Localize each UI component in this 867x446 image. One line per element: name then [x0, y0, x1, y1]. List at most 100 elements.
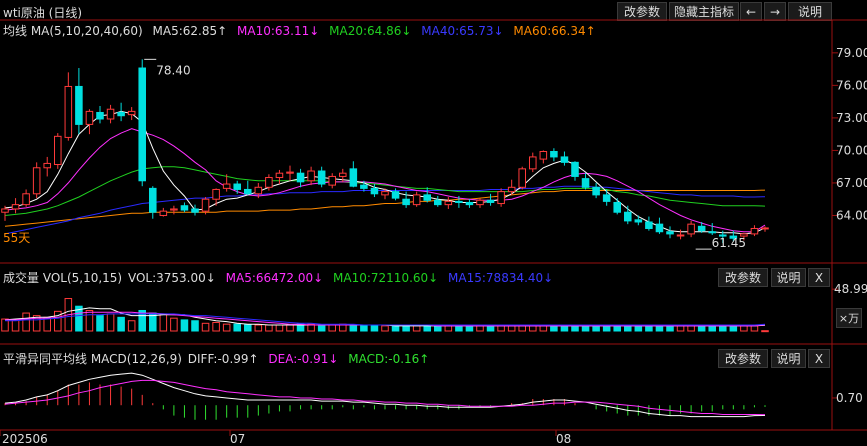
- candle-body: [613, 201, 621, 213]
- volume-bar: [550, 325, 558, 332]
- y-tick-label: 76.00: [836, 78, 867, 92]
- candle-body: [634, 219, 643, 223]
- volume-bar: [381, 325, 389, 332]
- x-tick-label: 08: [556, 432, 571, 446]
- volume-bar: [127, 320, 136, 332]
- days-label: 55天: [3, 231, 30, 245]
- volume-bar: [201, 322, 210, 332]
- candle-body: [360, 184, 368, 189]
- volume-bar: [687, 325, 695, 332]
- volume-bar: [634, 325, 643, 332]
- candle-body: [106, 108, 115, 120]
- x-tick-label: 202506: [2, 432, 48, 446]
- candle-body: [222, 183, 231, 189]
- volume-bar: [539, 325, 548, 332]
- candle-body: [476, 199, 484, 206]
- candle-body: [54, 135, 62, 166]
- candle-body: [191, 208, 199, 213]
- ma-line-ma5: [4, 110, 766, 235]
- volume-bar: [22, 312, 30, 332]
- candle-body: [465, 201, 474, 206]
- candle-body: [339, 172, 347, 177]
- candle-body: [455, 200, 463, 203]
- y-tick-label: 73.00: [836, 111, 867, 125]
- candle-body: [212, 188, 220, 200]
- candle-body: [96, 111, 104, 120]
- volume-bar: [624, 325, 632, 332]
- y-tick-label: 64.00: [836, 208, 867, 222]
- volume-bar: [170, 317, 178, 332]
- candle-body: [434, 199, 442, 206]
- volume-bar: [645, 325, 653, 332]
- ma-line-ma10: [4, 128, 766, 233]
- volume-bar: [666, 325, 674, 332]
- candle-body: [75, 85, 83, 125]
- volume-bar: [423, 325, 431, 332]
- y-tick-label: 70.00: [836, 143, 867, 157]
- candle-body: [550, 151, 558, 158]
- candle-body: [32, 167, 41, 195]
- low-value-label: 61.45: [712, 236, 746, 250]
- volume-bar: [85, 309, 94, 332]
- vol-tick-label: 48.99: [834, 282, 867, 296]
- volume-bar: [592, 325, 600, 332]
- macd-line-dea: [4, 379, 766, 416]
- volume-bar: [676, 325, 685, 332]
- volume-bar: [476, 325, 484, 332]
- volume-bar: [602, 325, 611, 332]
- candle-body: [43, 162, 51, 169]
- chart-canvas: 79.00 76.00 73.00 70.00 67.00 64.00 78.40 61.45…: [0, 19, 867, 446]
- volume-bar: [180, 319, 189, 332]
- candle-body: [507, 186, 516, 193]
- volume-bar: [455, 325, 463, 332]
- volume-bar: [750, 325, 759, 332]
- candle-body: [180, 205, 189, 211]
- candle-body: [138, 67, 146, 182]
- candle-body: [761, 227, 769, 230]
- volume-bar: [560, 325, 569, 332]
- candle-body: [624, 211, 632, 222]
- volume-bar: [244, 324, 252, 332]
- volume-bar: [233, 323, 241, 332]
- candle-body: [159, 210, 168, 216]
- candle-body: [370, 187, 379, 195]
- candle-body: [265, 177, 273, 188]
- candle-body: [349, 168, 358, 187]
- volume-bar: [159, 313, 168, 332]
- candle-body: [497, 191, 505, 205]
- volume-bar: [729, 325, 738, 332]
- volume-bar: [444, 325, 453, 332]
- macd-line-diff: [4, 372, 766, 418]
- candle-body: [539, 151, 548, 160]
- volume-bar: [761, 330, 769, 333]
- volume-bar: [402, 325, 410, 332]
- candle-body: [592, 186, 600, 196]
- candle-body: [117, 111, 125, 117]
- volume-bar: [434, 325, 442, 332]
- volume-bar: [465, 325, 474, 332]
- macd-tick-label: 0.70: [836, 391, 863, 405]
- candle-body: [85, 110, 94, 125]
- volume-bar: [370, 325, 379, 332]
- volume-bar: [412, 325, 421, 332]
- candle-body: [254, 186, 263, 195]
- candle-body: [381, 191, 389, 196]
- volume-bar: [613, 325, 621, 332]
- candle-body: [423, 194, 431, 201]
- volume-bar: [581, 325, 590, 332]
- x-tick-label: 07: [230, 432, 245, 446]
- candle-body: [127, 110, 136, 116]
- candle-body: [296, 172, 305, 183]
- candle-body: [391, 191, 400, 199]
- candle-body: [328, 175, 336, 186]
- volume-bar: [349, 324, 358, 332]
- candle-body: [697, 225, 706, 232]
- volume-bar: [11, 319, 20, 332]
- candle-body: [444, 200, 453, 206]
- volume-bar: [518, 325, 526, 332]
- candle-body: [571, 161, 579, 177]
- volume-bar: [191, 320, 199, 332]
- candle-body: [560, 156, 569, 163]
- high-value-label: 78.40: [156, 63, 190, 77]
- candle-body: [412, 194, 421, 206]
